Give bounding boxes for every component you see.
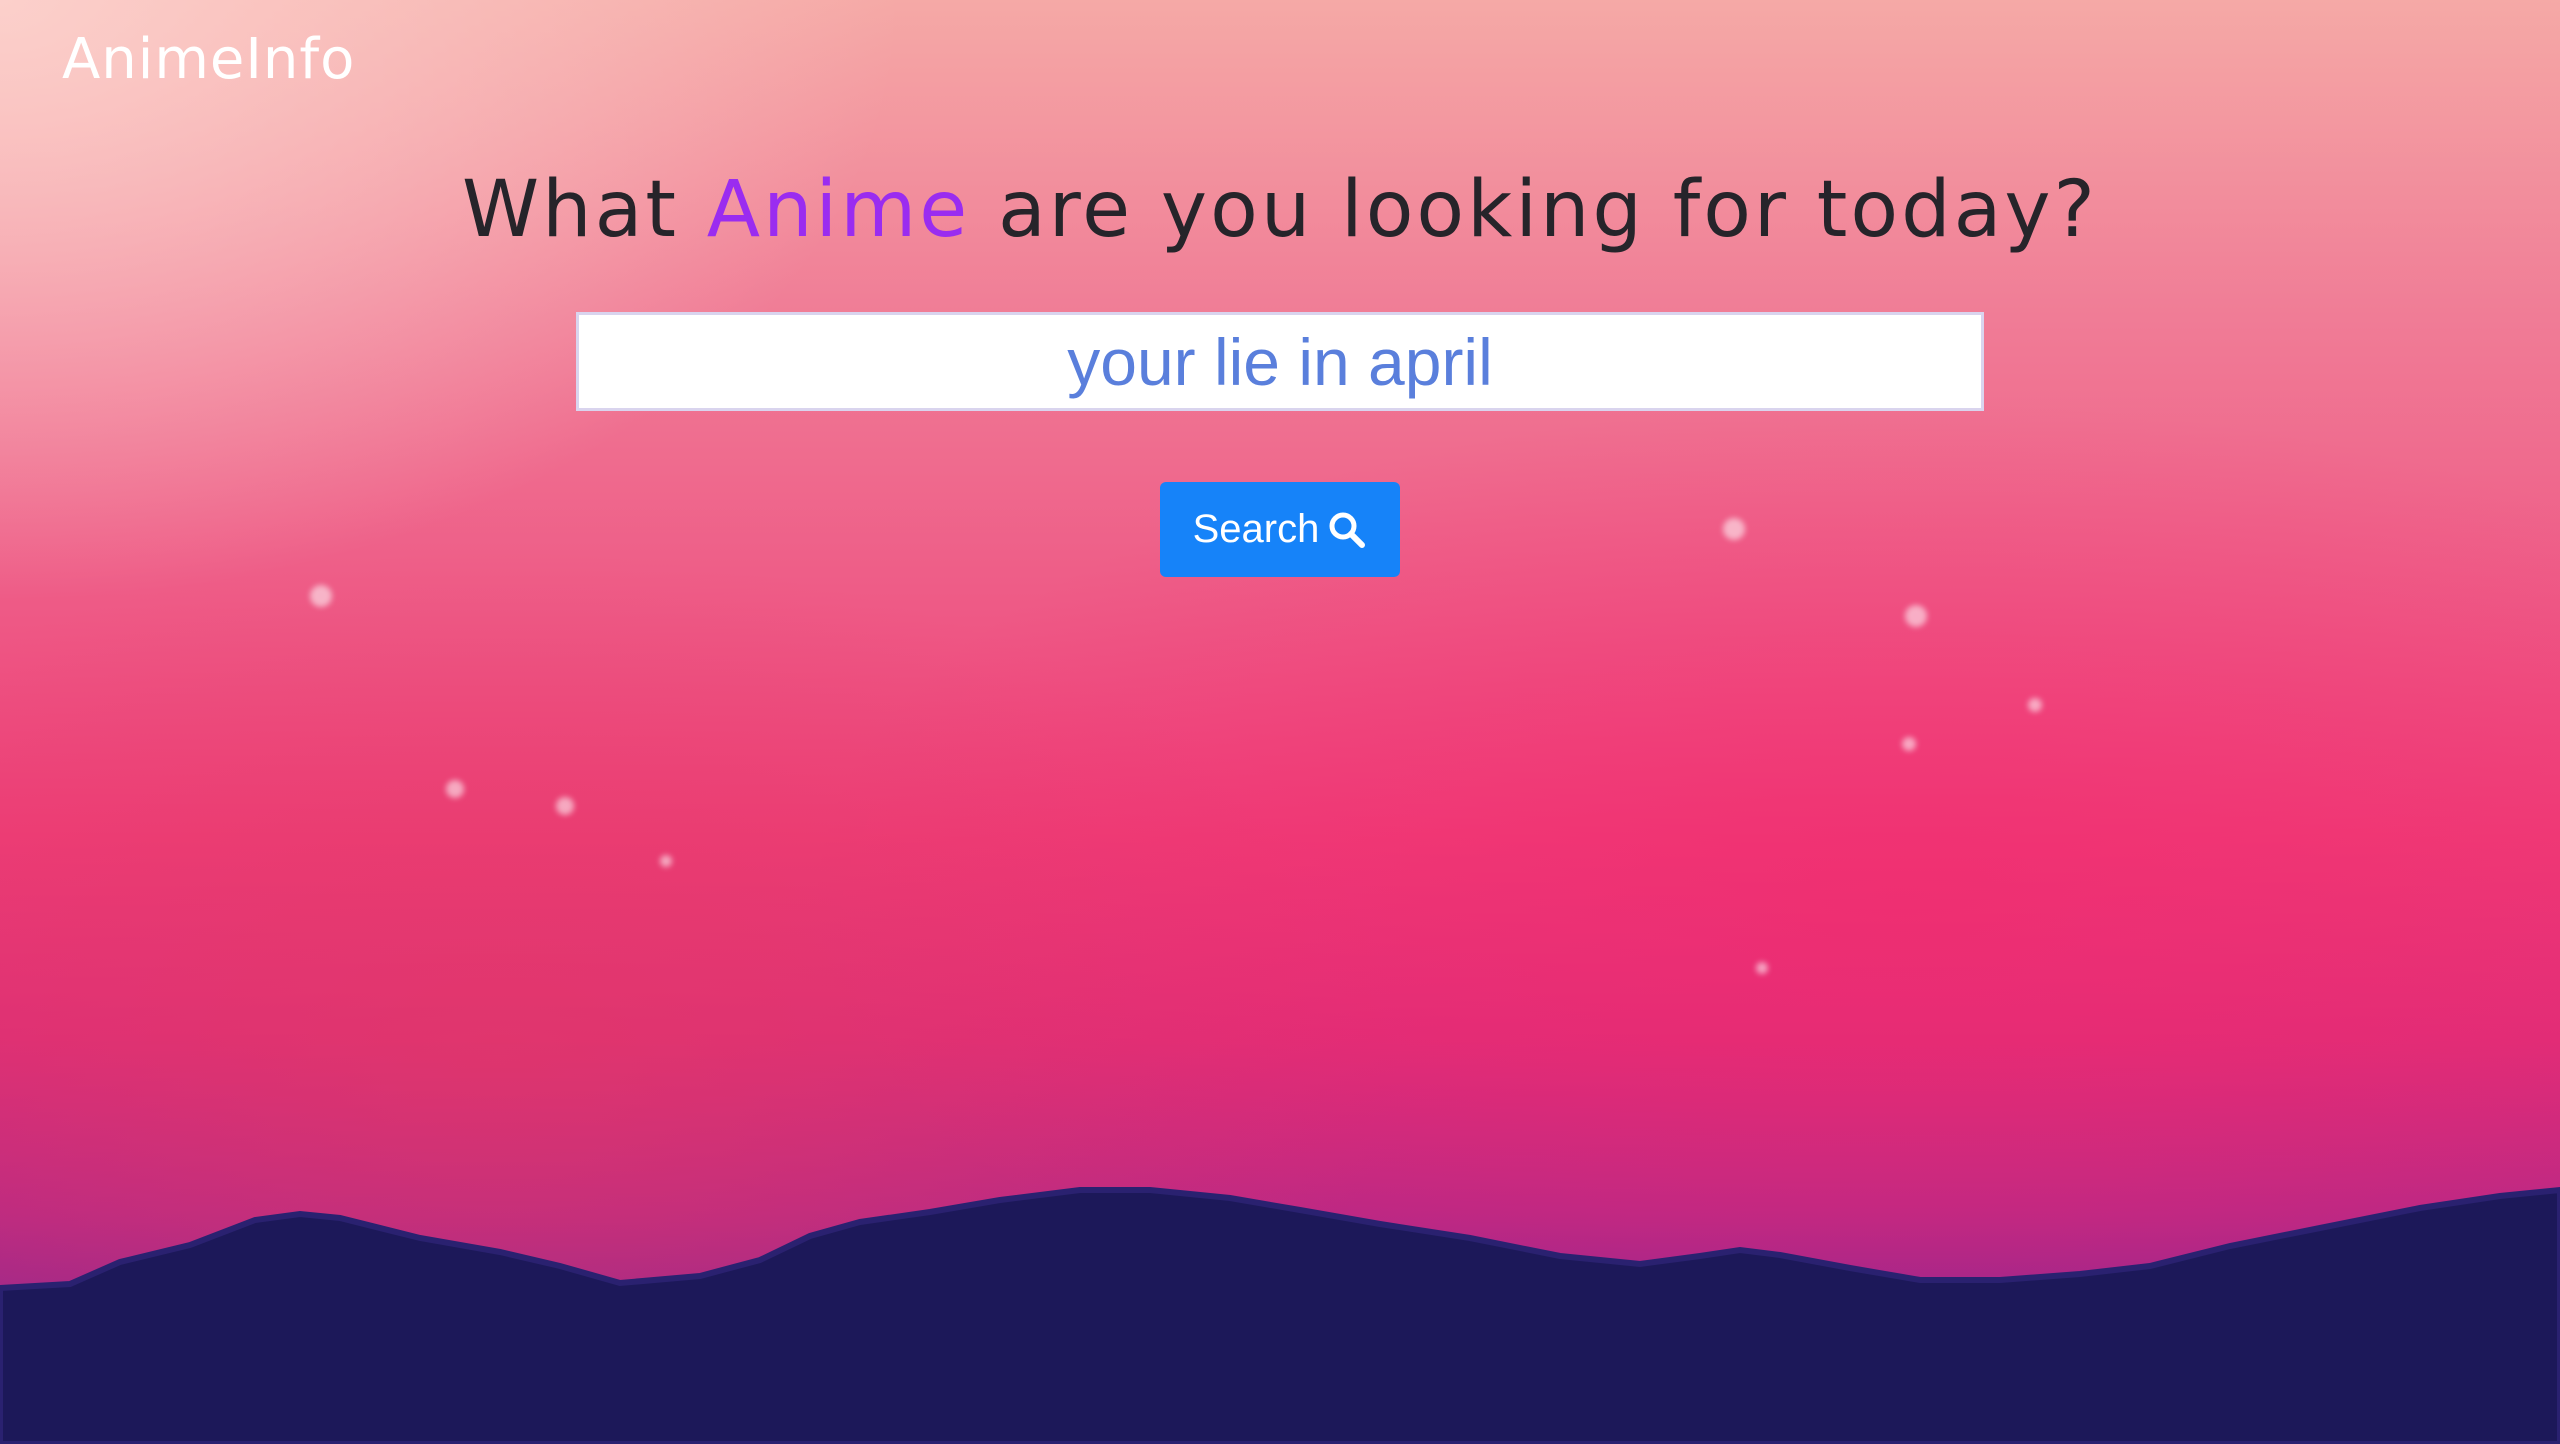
search-button-label: Search xyxy=(1192,507,1320,551)
headline-accent-word: Anime xyxy=(706,165,971,255)
headline-text-after: are you looking for today? xyxy=(970,165,2098,255)
search-icon xyxy=(1327,510,1367,550)
anime-search-input[interactable] xyxy=(576,312,1984,411)
headline-text-before: What xyxy=(462,165,707,255)
app-logo[interactable]: AnimeInfo xyxy=(62,24,355,96)
search-button[interactable]: Search xyxy=(1160,482,1400,577)
page-headline: What Anime are you looking for today? xyxy=(0,160,2560,260)
